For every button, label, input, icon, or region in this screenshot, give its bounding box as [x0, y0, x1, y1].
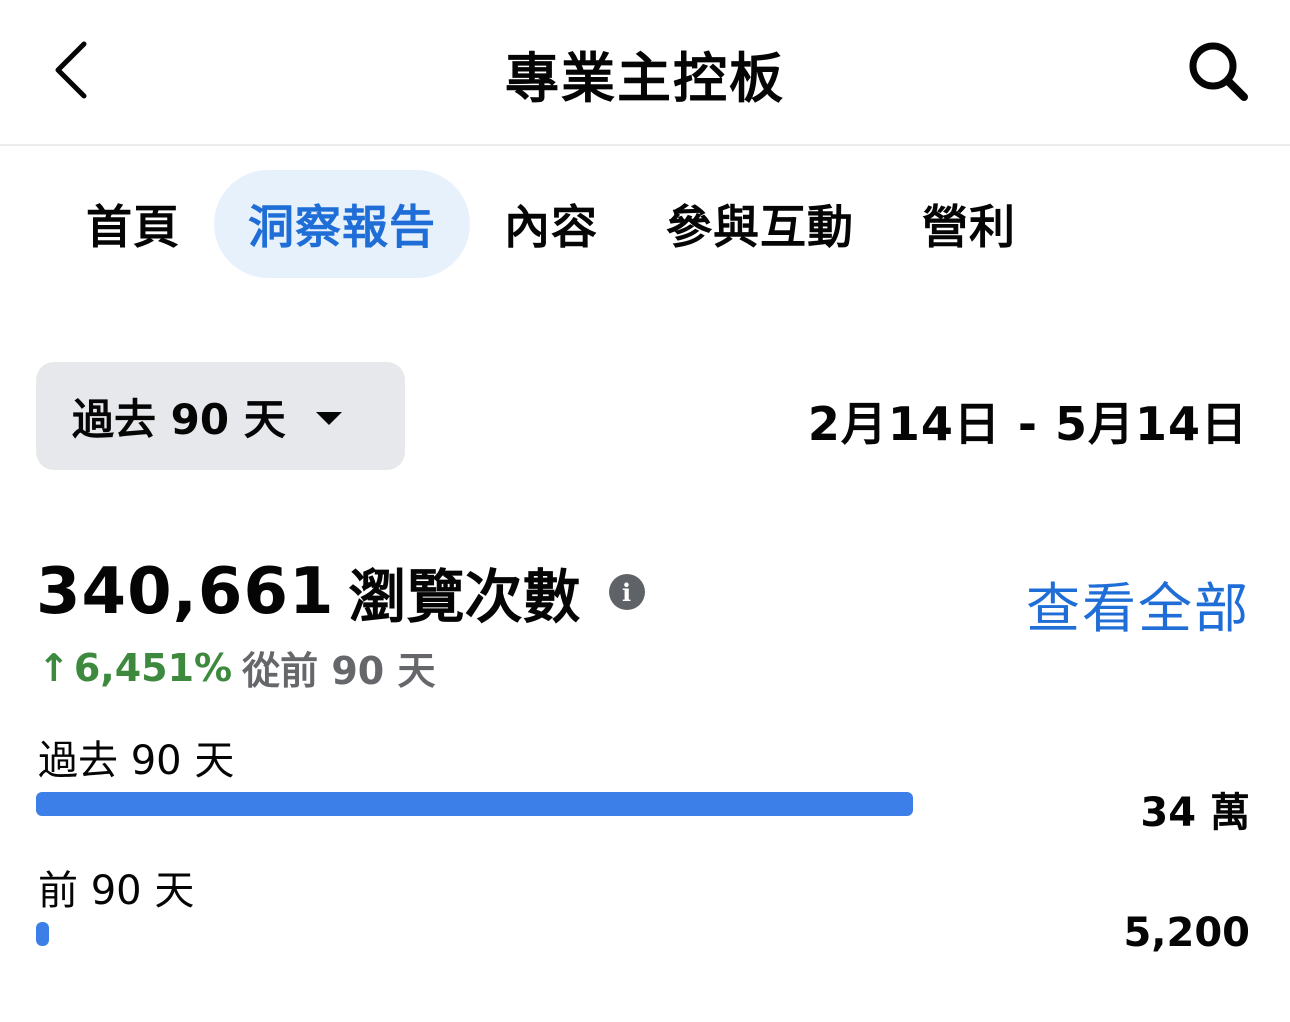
dashboard-tabs: 首頁 洞察報告 內容 參與互動 營利: [52, 170, 1050, 278]
see-all-link[interactable]: 查看全部: [1026, 564, 1250, 643]
views-label: 瀏覽次數: [348, 563, 581, 631]
search-icon: [1189, 42, 1248, 101]
tab-home[interactable]: 首頁: [52, 170, 214, 278]
tab-label: 洞察報告: [248, 200, 436, 254]
tab-label: 內容: [504, 200, 598, 254]
views-change: ↑ 6,451% 從前 90 天: [38, 640, 435, 695]
bar-value-previous: 5,200: [1123, 910, 1250, 956]
bar-previous-period: [36, 922, 49, 946]
date-range-text: 2月14日 - 5月14日: [807, 397, 1248, 451]
info-icon[interactable]: i: [608, 574, 645, 610]
views-metric: 340,661 瀏覽次數 i: [36, 552, 645, 632]
change-period: 從前 90 天: [242, 649, 436, 693]
change-percent: 6,451%: [73, 645, 233, 690]
tab-content[interactable]: 內容: [470, 170, 632, 278]
date-range-dropdown[interactable]: 過去 90 天: [36, 362, 405, 470]
date-range-label: 過去 90 天: [72, 394, 286, 444]
tab-label: 首頁: [86, 200, 180, 254]
views-count: 340,661: [36, 555, 335, 629]
tab-label: 參與互動: [666, 200, 854, 254]
caret-down-icon: [315, 411, 342, 425]
page-title: 專業主控板: [505, 47, 785, 110]
tab-label: 營利: [922, 200, 1016, 254]
tab-engagement[interactable]: 參與互動: [632, 170, 888, 278]
arrow-up-icon: ↑: [38, 645, 70, 690]
tab-insights[interactable]: 洞察報告: [214, 170, 470, 278]
bar-current-period: [36, 792, 913, 816]
bar-label-current: 過去 90 天: [38, 738, 235, 784]
bar-value-current: 34 萬: [1140, 790, 1250, 836]
bar-label-previous: 前 90 天: [38, 868, 195, 914]
tab-monetization[interactable]: 營利: [888, 170, 1050, 278]
search-button[interactable]: [1180, 36, 1256, 106]
top-app-bar: 專業主控板: [0, 0, 1290, 146]
